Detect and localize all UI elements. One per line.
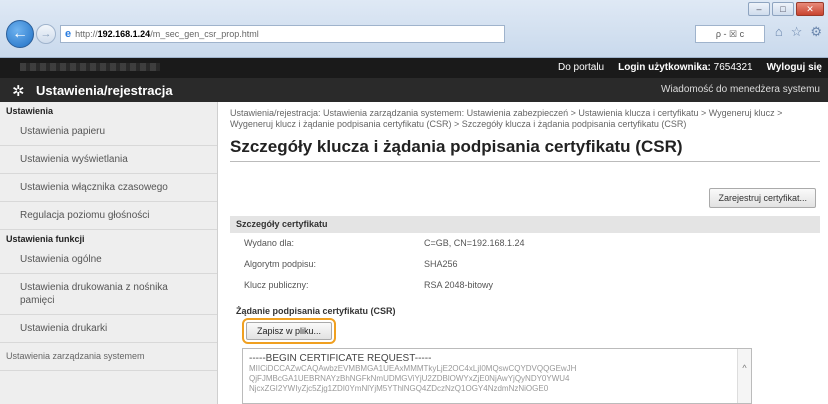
certificate-details-heading: Szczegóły certyfikatu bbox=[230, 216, 820, 233]
scroll-up-arrow-icon[interactable]: ^ bbox=[737, 349, 751, 403]
sidebar-item-media-print[interactable]: Ustawienia drukowania z nośnika pamięci bbox=[0, 274, 217, 315]
sidebar-heading-functions: Ustawienia funkcji bbox=[6, 234, 85, 244]
app-header: ✲ Ustawienia/rejestracja Wiadomość do me… bbox=[0, 78, 828, 102]
settings-gear-icon: ✲ bbox=[12, 83, 25, 100]
sidebar: Ustawienia Ustawienia papieru Ustawienia… bbox=[0, 102, 218, 404]
breadcrumb[interactable]: Ustawienia/rejestracja: Ustawienia zarzą… bbox=[230, 108, 820, 130]
info-key: Klucz publiczny: bbox=[244, 280, 309, 290]
csr-line: QjFJMBcGA1UEBRNAYzBhNGFkNmUDMGViYjU2ZDBl… bbox=[249, 374, 570, 383]
sidebar-item-display[interactable]: Ustawienia wyświetlania bbox=[0, 146, 217, 174]
minimize-icon[interactable]: – bbox=[748, 2, 770, 16]
info-key: Wydano dla: bbox=[244, 238, 294, 248]
sidebar-heading-settings: Ustawienia bbox=[6, 106, 54, 116]
save-button-highlight: Zapisz w pliku... bbox=[242, 318, 337, 344]
forward-arrow-icon[interactable]: → bbox=[36, 24, 56, 44]
sidebar-item-general[interactable]: Ustawienia ogólne bbox=[0, 246, 217, 274]
register-certificate-button[interactable]: Zarejestruj certyfikat... bbox=[709, 188, 816, 208]
csr-line: NjcxZGI2YWIyZjc5Zjg1ZDI0YmNlYjM5YThlNGQ4… bbox=[249, 384, 549, 393]
ie-page-icon: e bbox=[65, 28, 72, 40]
device-name-redacted bbox=[20, 63, 160, 71]
info-row-issued-to: Wydano dla: C=GB, CN=192.168.1.24 bbox=[244, 238, 525, 248]
sidebar-item-printer[interactable]: Ustawienia drukarki bbox=[0, 315, 217, 343]
csr-line: MIICiDCCAZwCAQAwbzEVMBMGA1UEAxMMMTkyLjE2… bbox=[249, 364, 577, 373]
url-path: /m_sec_gen_csr_prop.html bbox=[150, 29, 259, 39]
portal-link[interactable]: Do portalu bbox=[558, 62, 604, 73]
home-icon[interactable]: ⌂ bbox=[775, 24, 783, 40]
address-bar[interactable]: e http:// 192.168.1.24 /m_sec_gen_csr_pr… bbox=[60, 25, 505, 43]
url-host: 192.168.1.24 bbox=[97, 29, 151, 39]
address-tools[interactable]: ρ - ☒ c bbox=[695, 25, 765, 43]
csr-textarea[interactable]: -----BEGIN CERTIFICATE REQUEST----- MIIC… bbox=[242, 348, 752, 404]
address-tools-text: ρ - ☒ c bbox=[715, 28, 745, 39]
logout-link[interactable]: Wyloguj się bbox=[767, 62, 822, 73]
save-to-file-button[interactable]: Zapisz w pliku... bbox=[246, 322, 333, 340]
info-row-signature-algorithm: Algorytm podpisu: SHA256 bbox=[244, 259, 458, 269]
maximize-icon[interactable]: □ bbox=[772, 2, 794, 16]
info-value: RSA 2048-bitowy bbox=[424, 280, 494, 290]
info-key: Algorytm podpisu: bbox=[244, 259, 317, 269]
csr-heading: Żądanie podpisania certyfikatu (CSR) bbox=[236, 306, 396, 316]
close-icon[interactable]: ✕ bbox=[796, 2, 824, 16]
page-title: Szczegóły klucza i żądania podpisania ce… bbox=[230, 137, 820, 162]
app-title: Ustawienia/rejestracja bbox=[36, 83, 173, 98]
login-label: Login użytkownika: bbox=[618, 62, 711, 73]
main-content: Ustawienia/rejestracja: Ustawienia zarzą… bbox=[230, 108, 820, 404]
top-link-bar: Do portalu Login użytkownika: 7654321 Wy… bbox=[0, 58, 828, 78]
login-value: 7654321 bbox=[713, 62, 753, 73]
admin-message-link[interactable]: Wiadomość do menedżera systemu bbox=[661, 84, 820, 95]
sidebar-item-paper[interactable]: Ustawienia papieru bbox=[0, 118, 217, 146]
sidebar-item-timer[interactable]: Ustawienia włącznika czasowego bbox=[0, 174, 217, 202]
window-controls: – □ ✕ bbox=[748, 2, 824, 16]
browser-toolbar-icons: ⌂ ☆ ⚙ bbox=[775, 24, 822, 40]
info-value: SHA256 bbox=[424, 259, 458, 269]
settings-gear-icon[interactable]: ⚙ bbox=[810, 24, 822, 40]
info-value: C=GB, CN=192.168.1.24 bbox=[424, 238, 525, 248]
sidebar-item-system-management[interactable]: Ustawienia zarządzania systemem bbox=[0, 343, 217, 371]
back-arrow-icon[interactable]: ← bbox=[6, 20, 34, 48]
favorites-star-icon[interactable]: ☆ bbox=[791, 24, 803, 40]
url-prefix: http:// bbox=[75, 29, 98, 39]
browser-chrome: – □ ✕ ← → e http:// 192.168.1.24 /m_sec_… bbox=[0, 0, 828, 58]
sidebar-item-volume[interactable]: Regulacja poziomu głośności bbox=[0, 202, 217, 230]
csr-begin-line: -----BEGIN CERTIFICATE REQUEST----- bbox=[249, 353, 432, 364]
info-row-public-key: Klucz publiczny: RSA 2048-bitowy bbox=[244, 280, 493, 290]
